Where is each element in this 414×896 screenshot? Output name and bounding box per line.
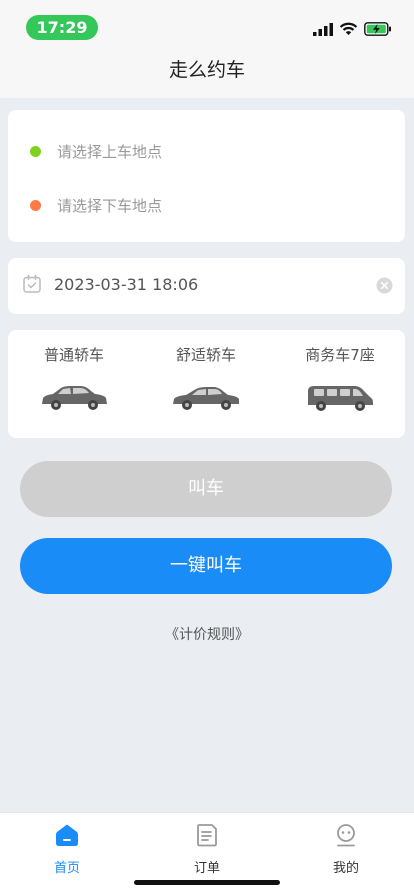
page-title: 走么约车 xyxy=(168,59,245,81)
status-bar: 17:29 xyxy=(0,0,414,50)
one-click-call-button[interactable]: 一键叫车 xyxy=(20,538,392,594)
dropoff-location-field[interactable]: 请选择下车地点 xyxy=(30,195,162,216)
order-icon xyxy=(197,824,217,847)
dropoff-placeholder: 请选择下车地点 xyxy=(57,197,163,215)
car-option-comfort[interactable]: 舒适轿车 xyxy=(146,344,266,413)
tab-orders[interactable]: 订单 xyxy=(167,823,247,876)
status-icons xyxy=(313,22,392,36)
tab-label: 首页 xyxy=(53,861,80,876)
car-label: 普通轿车 xyxy=(43,346,104,364)
pickup-placeholder: 请选择上车地点 xyxy=(57,143,163,161)
pricing-rules-link[interactable]: 《计价规则》 xyxy=(0,624,414,644)
wifi-icon xyxy=(339,22,358,35)
profile-icon xyxy=(337,824,355,847)
car-option-standard[interactable]: 普通轿车 xyxy=(14,344,134,413)
van-icon xyxy=(308,386,373,411)
location-card: 请选择上车地点 请选择下车地点 xyxy=(8,110,405,242)
home-icon xyxy=(56,824,78,846)
sedan-icon xyxy=(42,386,107,410)
car-option-business-van[interactable]: 商务车7座 xyxy=(280,344,400,413)
datetime-row: 2023-03-31 18:06 xyxy=(22,274,198,294)
home-indicator xyxy=(134,880,280,885)
datetime-field[interactable]: 2023-03-31 18:06 xyxy=(8,258,405,314)
dropoff-dot-icon xyxy=(30,200,41,211)
car-type-card: 普通轿车 舒适轿车 商务车7座 xyxy=(8,330,405,438)
datetime-value: 2023-03-31 18:06 xyxy=(54,274,199,294)
pricing-rules-label: 《计价规则》 xyxy=(165,627,249,643)
clear-icon[interactable] xyxy=(376,277,393,294)
tab-label: 订单 xyxy=(193,861,220,876)
status-time: 17:29 xyxy=(26,15,98,40)
tab-profile[interactable]: 我的 xyxy=(306,823,386,876)
nav-bar: 走么约车 xyxy=(0,50,414,98)
tab-label: 我的 xyxy=(332,861,359,876)
calendar-icon xyxy=(23,274,41,293)
signal-icon xyxy=(313,22,333,36)
comfort-sedan-icon xyxy=(173,387,239,410)
car-label: 舒适轿车 xyxy=(175,346,236,364)
pickup-dot-icon xyxy=(30,146,41,157)
call-car-button[interactable]: 叫车 xyxy=(20,461,392,517)
pickup-location-field[interactable]: 请选择上车地点 xyxy=(30,141,162,162)
battery-charging-icon xyxy=(364,22,391,36)
tab-home[interactable]: 首页 xyxy=(27,823,107,876)
car-label: 商务车7座 xyxy=(305,346,375,364)
